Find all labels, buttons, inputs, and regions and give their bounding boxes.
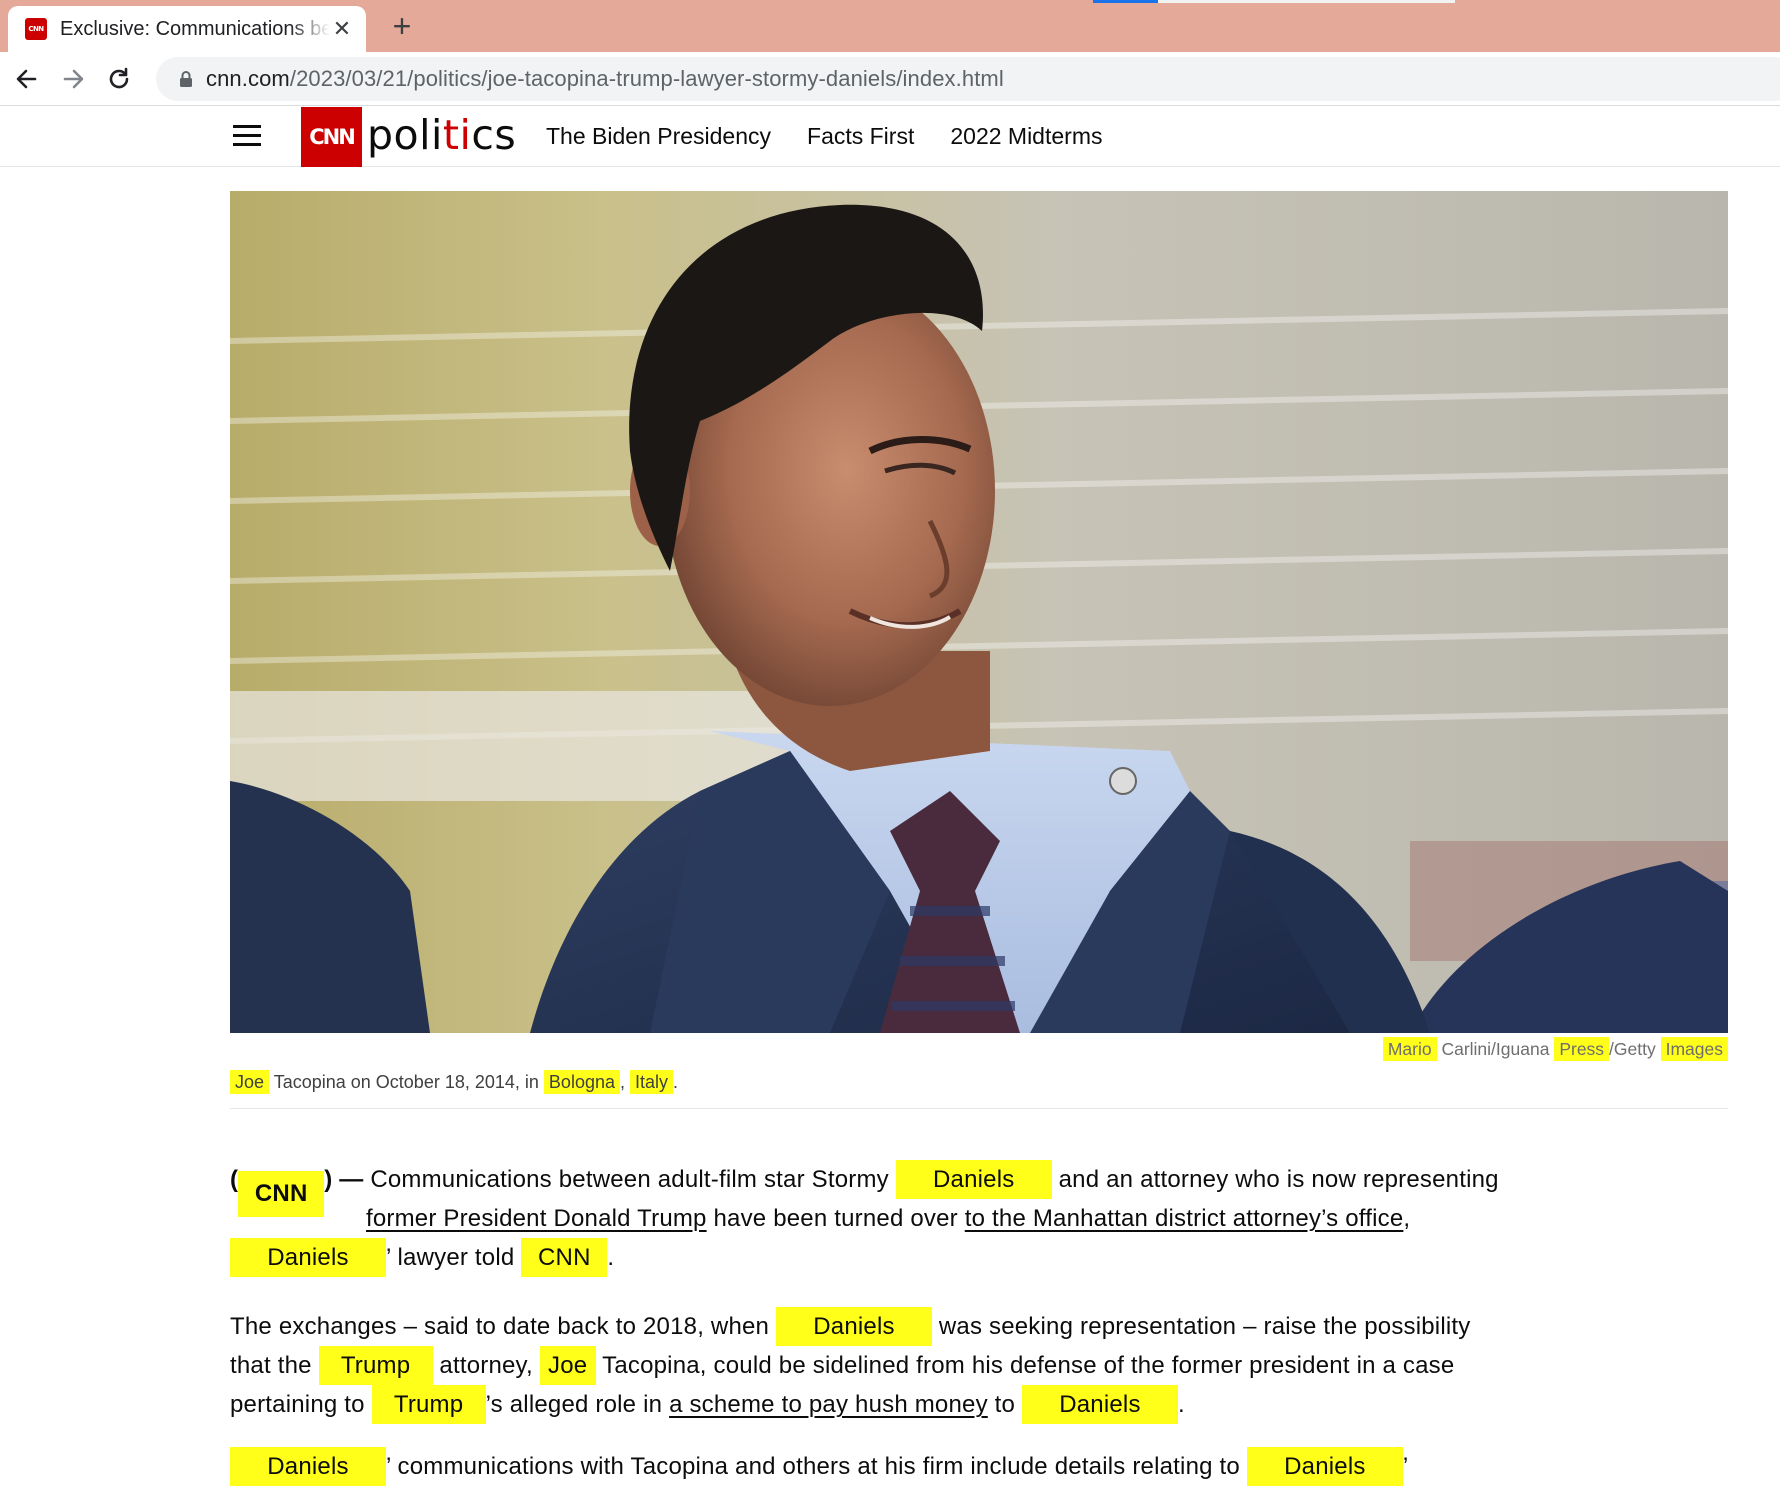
photo-caption: Joe Tacopina on October 18, 2014, in Bol… — [230, 1068, 678, 1096]
section-name-part: poli — [367, 111, 443, 159]
photo-credit: Mario Carlini/Iguana Press/Getty Images — [1382, 1035, 1728, 1063]
article-paragraph-2: The exchanges – said to date back to 201… — [230, 1307, 1610, 1424]
section-name-part: cs — [471, 111, 517, 159]
body-text: . — [607, 1244, 615, 1271]
highlighted-name: Daniels — [895, 1160, 1052, 1199]
top-navigation: The Biden Presidency Facts First 2022 Mi… — [546, 107, 1138, 167]
link-former-president-trump[interactable]: former President Donald Trump — [366, 1205, 707, 1232]
article-paragraph-3: Daniels’ communications with Tacopina an… — [230, 1447, 1610, 1486]
browser-tab-active[interactable]: CNN Exclusive: Communications between St… — [8, 6, 366, 52]
page-load-progress-fill — [1093, 0, 1159, 3]
site-header: CNN politics The Biden Presidency Facts … — [0, 107, 1780, 167]
body-text: that the — [230, 1352, 312, 1379]
section-logo-politics[interactable]: politics — [367, 109, 516, 161]
credit-part: Images — [1660, 1037, 1728, 1061]
forward-button[interactable] — [54, 60, 92, 98]
address-bar[interactable]: cnn.com/2023/03/21/politics/joe-tacopina… — [156, 57, 1780, 101]
menu-hamburger-icon[interactable] — [233, 121, 263, 151]
nav-link-facts-first[interactable]: Facts First — [807, 107, 914, 167]
article-paragraph-1: (CNN) — Communications between adult-fil… — [230, 1160, 1610, 1277]
highlighted-name: Daniels — [775, 1307, 932, 1346]
body-text: have been turned over — [713, 1205, 958, 1232]
article-hero-photo — [230, 191, 1728, 1033]
link-hush-money-scheme[interactable]: a scheme to pay hush money — [669, 1391, 988, 1418]
arrow-left-icon — [16, 69, 37, 89]
body-text: , — [1403, 1205, 1411, 1232]
credit-part: Mario — [1382, 1037, 1437, 1061]
dateline: (CNN) — — [230, 1166, 364, 1217]
body-text: pertaining to — [230, 1391, 365, 1418]
caption-part: . — [673, 1072, 679, 1092]
browser-tab-strip: CNN Exclusive: Communications between St… — [0, 0, 1780, 52]
body-text: Tacopina, could be sidelined from his de… — [602, 1352, 1455, 1379]
body-text: ’s alleged role in — [485, 1391, 663, 1418]
section-name-accent: ti — [442, 111, 472, 159]
reload-button[interactable] — [100, 60, 138, 98]
browser-toolbar: cnn.com/2023/03/21/politics/joe-tacopina… — [0, 52, 1780, 106]
url-text[interactable]: cnn.com/2023/03/21/politics/joe-tacopina… — [206, 57, 1004, 101]
caption-part: , — [619, 1072, 625, 1092]
caption-part: Italy — [630, 1070, 674, 1094]
page-load-progress — [1093, 0, 1455, 3]
body-text: ’ lawyer told — [386, 1244, 515, 1271]
arrow-right-icon — [63, 69, 84, 89]
highlighted-name: Joe — [539, 1346, 596, 1385]
url-host: cnn.com — [206, 66, 290, 91]
caption-divider — [230, 1108, 1728, 1109]
body-text: to — [994, 1391, 1016, 1418]
caption-part: Tacopina on October 18, 2014, in — [273, 1072, 539, 1092]
highlighted-name: Trump — [318, 1346, 433, 1385]
cnn-logo[interactable]: CNN — [301, 107, 362, 167]
highlighted-name: Daniels — [1246, 1447, 1403, 1486]
cnn-favicon-icon: CNN — [25, 18, 47, 40]
caption-part: Joe — [230, 1070, 270, 1094]
credit-part: Carlini/Iguana — [1441, 1039, 1550, 1059]
body-text: Communications between adult-film star S… — [370, 1166, 889, 1193]
credit-part: /Getty — [1609, 1039, 1656, 1059]
body-text: and an attorney who is now representing — [1058, 1166, 1499, 1193]
highlighted-name: Daniels — [230, 1238, 386, 1277]
nav-link-2022-midterms[interactable]: 2022 Midterms — [950, 107, 1102, 167]
tab-title: Exclusive: Communications between Stormy… — [60, 18, 330, 40]
body-text: was seeking representation – raise the p… — [938, 1313, 1471, 1340]
caption-part: Bologna — [543, 1070, 620, 1094]
back-button[interactable] — [8, 60, 46, 98]
body-text: The exchanges – said to date back to 201… — [230, 1313, 770, 1340]
dateline-paren: ( — [230, 1166, 239, 1193]
highlighted-name: CNN — [521, 1238, 608, 1277]
link-manhattan-da-office[interactable]: to the Manhattan district attorney’s off… — [965, 1205, 1404, 1232]
credit-part: Press — [1554, 1037, 1610, 1061]
close-tab-icon[interactable]: ✕ — [330, 6, 354, 52]
lock-icon[interactable] — [176, 69, 196, 89]
nav-link-biden-presidency[interactable]: The Biden Presidency — [546, 107, 771, 167]
reload-icon — [109, 67, 129, 89]
new-tab-button[interactable]: + — [382, 6, 422, 46]
highlighted-name: Daniels — [230, 1447, 386, 1486]
body-text: attorney, — [439, 1352, 533, 1379]
body-text: . — [1177, 1391, 1185, 1418]
dateline-cnn: CNN — [238, 1171, 325, 1217]
body-text: ’ communications with Tacopina and other… — [386, 1453, 1240, 1480]
highlighted-name: Trump — [371, 1385, 486, 1424]
body-text: ’ — [1402, 1453, 1409, 1480]
portrait-photo-image — [230, 191, 1728, 1033]
url-path: /2023/03/21/politics/joe-tacopina-trump-… — [289, 66, 1004, 91]
dateline-dash: ) — — [324, 1166, 364, 1193]
highlighted-name: Daniels — [1021, 1385, 1178, 1424]
